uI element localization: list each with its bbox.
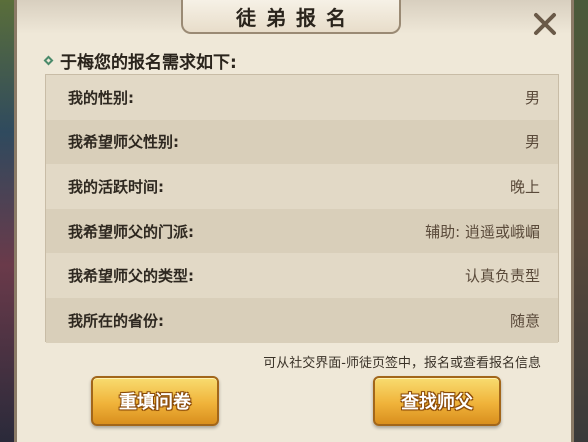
row-label: 我希望师父性别: bbox=[68, 133, 179, 152]
row-value: 男 bbox=[524, 88, 540, 107]
close-icon bbox=[534, 13, 556, 35]
row-value: 认真负责型 bbox=[464, 267, 540, 286]
list-item: 我所在的省份: 随意 bbox=[46, 298, 558, 343]
row-label: 我希望师父的门派: bbox=[68, 222, 194, 241]
dialog-title: 徒弟报名 bbox=[236, 5, 356, 30]
find-master-label: 查找师父 bbox=[401, 392, 473, 413]
row-value: 随意 bbox=[509, 311, 540, 330]
hint-text: 可从社交界面-师徒页签中，报名或查看报名信息 bbox=[263, 356, 541, 371]
row-label: 我所在的省份: bbox=[68, 311, 164, 330]
row-value: 晚上 bbox=[509, 177, 540, 196]
list-item: 我希望师父的类型: 认真负责型 bbox=[46, 253, 558, 298]
refill-questionnaire-button[interactable]: 重填问卷 bbox=[91, 376, 219, 426]
list-item: 我的活跃时间: 晚上 bbox=[46, 164, 558, 209]
row-label: 我希望师父的类型: bbox=[68, 267, 194, 286]
requirements-list: 我的性别: 男 我希望师父性别: 男 我的活跃时间: 晚上 我希望师父的门派: … bbox=[45, 74, 559, 343]
find-master-button[interactable]: 查找师父 bbox=[373, 376, 501, 426]
list-item: 我希望师父的门派: 辅助: 逍遥或峨嵋 bbox=[46, 208, 558, 254]
list-item: 我希望师父性别: 男 bbox=[46, 119, 558, 165]
row-label: 我的活跃时间: bbox=[68, 177, 164, 196]
requirements-heading-text: 于梅您的报名需求如下: bbox=[60, 53, 237, 73]
refill-questionnaire-label: 重填问卷 bbox=[119, 392, 191, 413]
diamond-bullet-icon bbox=[43, 55, 54, 66]
requirements-heading: 于梅您的报名需求如下: bbox=[43, 48, 237, 73]
signup-dialog: 徒弟报名 于梅您的报名需求如下: 我的性别: 男 我希望师父性别: 男 我的活跃… bbox=[14, 0, 574, 442]
close-button[interactable] bbox=[529, 8, 561, 40]
row-value: 男 bbox=[524, 133, 540, 152]
row-label: 我的性别: bbox=[68, 88, 134, 107]
row-value: 辅助: 逍遥或峨嵋 bbox=[425, 222, 540, 241]
list-item: 我的性别: 男 bbox=[46, 75, 558, 120]
dialog-title-tab: 徒弟报名 bbox=[181, 0, 401, 34]
